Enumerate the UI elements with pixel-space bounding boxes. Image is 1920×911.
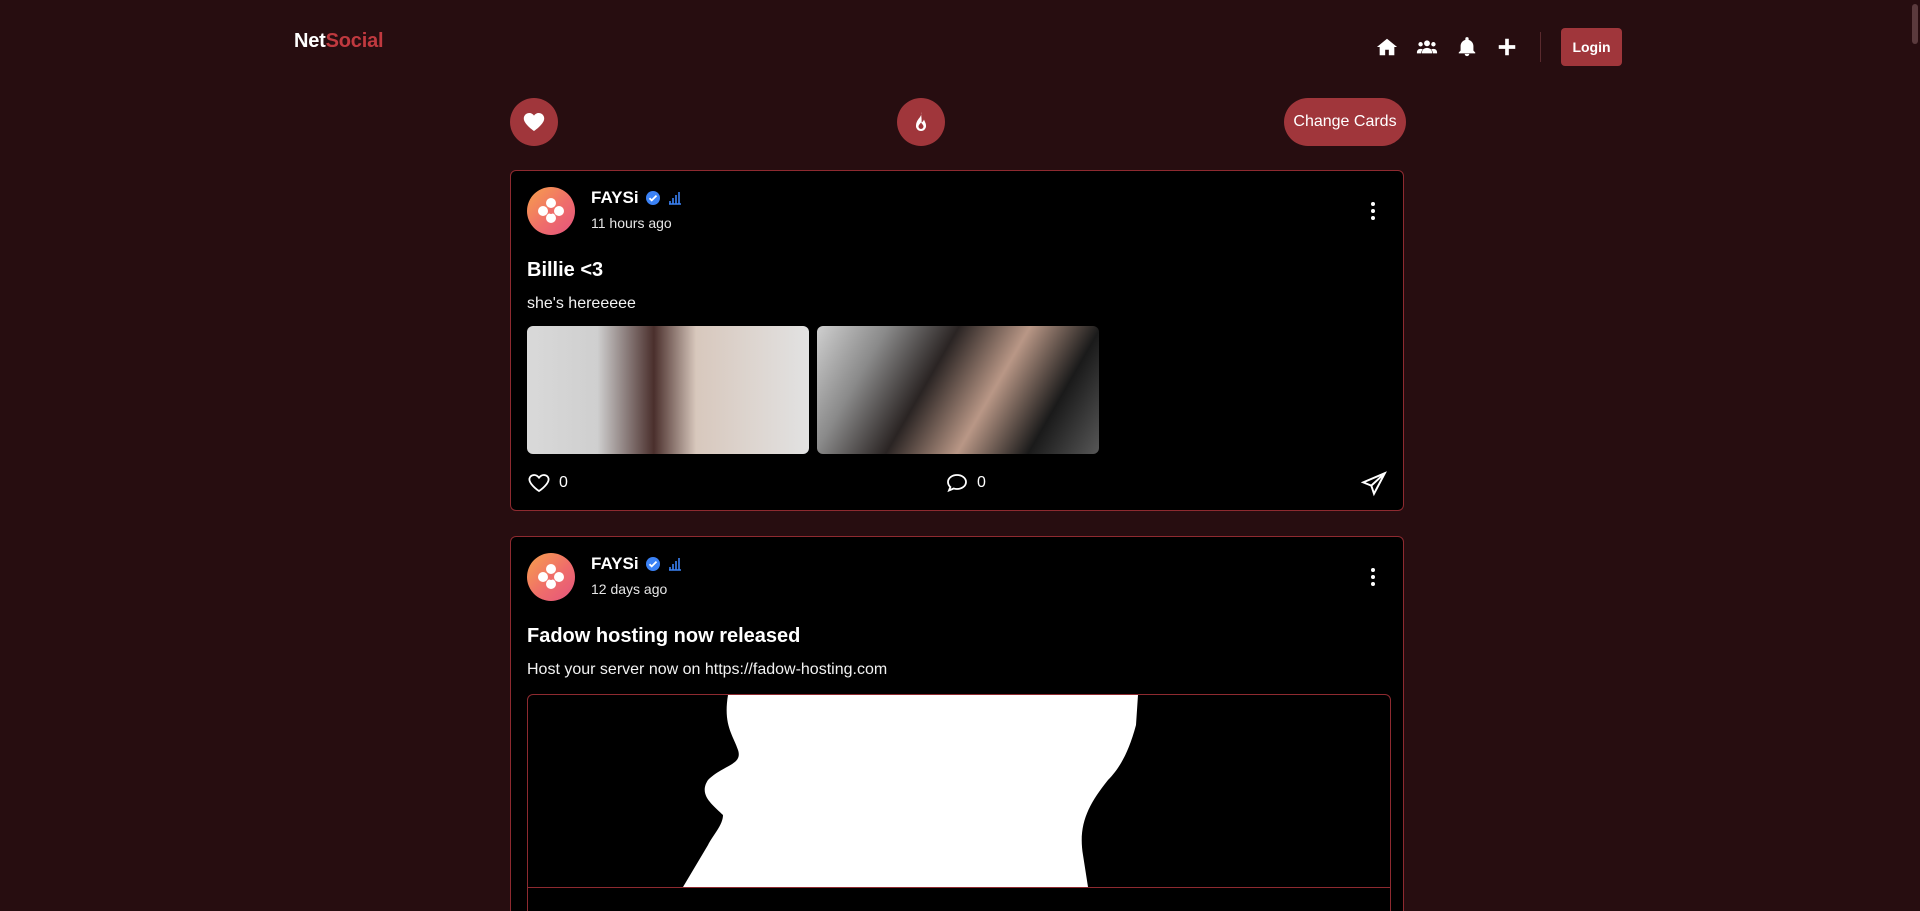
scrollbar[interactable] [1912,4,1918,44]
flower-logo-icon [538,198,564,223]
post-image[interactable] [817,326,1099,454]
login-button[interactable]: Login [1561,28,1622,66]
post-card: FAYSi 11 hours ago Billie <3 she's heree… [510,170,1404,511]
share-button[interactable] [1361,471,1387,497]
preview-image [683,695,1138,887]
post-text: Host your server now on https://fadow-ho… [527,661,888,678]
page: NetSocial Login Change Cards FAYSi 11 ho… [0,0,1920,911]
plus-icon[interactable] [1494,34,1520,60]
stats-icon [667,556,683,572]
heart-icon [523,113,545,131]
post-title: Fadow hosting now released [527,625,801,647]
verified-icon [645,556,661,572]
more-options-icon[interactable] [1363,199,1383,223]
stats-icon [667,190,683,206]
like-cards-button[interactable] [510,98,558,146]
nav-divider [1540,32,1541,62]
change-cards-button[interactable]: Change Cards [1284,98,1406,146]
post-text: she's hereeeee [527,295,636,312]
post-time: 11 hours ago [591,215,672,231]
username[interactable]: FAYSi [591,554,639,574]
post-header: FAYSi 11 hours ago [527,187,683,235]
users-icon[interactable] [1414,34,1440,60]
like-count: 0 [559,474,568,491]
link-preview[interactable] [527,694,1391,911]
top-nav: Login [1374,28,1622,66]
post-image[interactable] [527,326,809,454]
post-time: 12 days ago [591,581,668,597]
brand-logo[interactable]: NetSocial [294,30,384,53]
hot-cards-button[interactable] [897,98,945,146]
more-options-icon[interactable] [1363,565,1383,589]
send-icon [1361,471,1387,497]
fire-icon [915,112,927,132]
heart-outline-icon [528,474,550,493]
comment-icon [947,474,967,493]
comment-count: 0 [977,474,986,491]
brand-net: Net [294,30,326,52]
post-header: FAYSi 12 days ago [527,553,683,601]
verified-icon [645,190,661,206]
bell-icon[interactable] [1454,34,1480,60]
username[interactable]: FAYSi [591,188,639,208]
like-button[interactable]: 0 [527,471,568,495]
preview-footer [528,887,1390,911]
comment-button[interactable]: 0 [945,471,986,495]
avatar[interactable] [527,553,575,601]
flower-logo-icon [538,564,564,589]
post-card: FAYSi 12 days ago Fadow hosting now rele… [510,536,1404,911]
brand-social: Social [325,30,384,52]
home-icon[interactable] [1374,34,1400,60]
avatar[interactable] [527,187,575,235]
post-actions: 0 0 [527,471,1387,499]
post-title: Billie <3 [527,259,604,281]
